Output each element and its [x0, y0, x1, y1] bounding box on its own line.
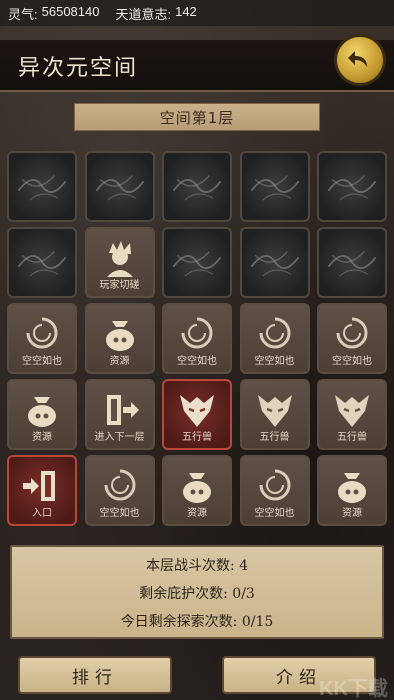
beast-mask-icon	[335, 395, 369, 427]
tile-label: 空空如也	[177, 356, 217, 367]
empty-tile[interactable]: 空空如也	[239, 303, 310, 374]
page-title: 异次元空间	[18, 56, 139, 81]
entrance-tile[interactable]: 入口	[7, 455, 77, 526]
tile-label: 空空如也	[254, 508, 295, 519]
tile-label: 五行兽	[337, 432, 367, 443]
tile-label: 资源	[187, 508, 207, 519]
rank-button[interactable]: 排行	[18, 656, 172, 694]
empty-tile[interactable]: 空空如也	[162, 303, 232, 374]
beast-mask-icon	[180, 395, 214, 427]
player-duel-tile[interactable]: 玩家切磋	[84, 227, 155, 298]
fog-tile[interactable]	[84, 151, 155, 222]
swirl-icon	[104, 469, 135, 501]
swirl-icon	[336, 317, 368, 349]
empty-tile[interactable]: 空空如也	[239, 455, 310, 526]
fog-icon	[327, 251, 377, 277]
tile-label: 资源	[342, 508, 362, 519]
tile-label: 空空如也	[254, 356, 295, 367]
player-avatar-icon	[106, 241, 133, 277]
fog-icon	[95, 175, 144, 201]
tile-label: 五行兽	[182, 432, 212, 443]
fog-icon	[17, 175, 67, 201]
resource-bag-icon	[105, 321, 134, 351]
swirl-icon	[259, 469, 290, 501]
tiandao-stat: 天道意志: 142	[115, 4, 196, 23]
back-button[interactable]	[334, 34, 386, 86]
fog-tile[interactable]	[162, 151, 232, 222]
fog-tile[interactable]	[239, 227, 310, 298]
resource-bag-icon	[28, 397, 56, 427]
fog-tile[interactable]	[162, 227, 232, 298]
fog-tile[interactable]	[317, 151, 387, 222]
lingqi-label: 灵气:	[8, 6, 38, 22]
tile-label: 空空如也	[22, 356, 62, 367]
resource-tile[interactable]: 资源	[7, 379, 77, 450]
lingqi-stat: 灵气: 56508140	[8, 4, 99, 23]
tile-label: 资源	[109, 356, 130, 367]
fog-icon	[17, 251, 67, 277]
resource-bag-icon	[338, 473, 366, 503]
swirl-icon	[181, 317, 213, 349]
back-arrow-icon	[348, 51, 367, 67]
tile-label: 资源	[32, 432, 52, 443]
tile-label: 进入下一层	[94, 432, 145, 443]
fog-tile[interactable]	[239, 151, 310, 222]
explore-count-text: 今日剩余探索次数: 0/15	[120, 614, 274, 630]
shelter-count-text: 剩余庇护次数: 0/3	[139, 586, 255, 602]
fog-icon	[250, 251, 299, 277]
resource-bag-icon	[183, 473, 211, 503]
beast-tile[interactable]: 五行兽	[162, 379, 232, 450]
tiandao-label: 天道意志:	[115, 6, 172, 22]
space-grid: 玩家切磋 空空如也 资源 空空如也 空空如也 空空如也 资源 进入下一层 五行兽…	[7, 151, 387, 526]
fog-icon	[172, 175, 222, 201]
watermark: KK下载	[319, 678, 388, 700]
tile-label: 空空如也	[332, 356, 372, 367]
beast-tile[interactable]: 五行兽	[317, 379, 387, 450]
beast-tile[interactable]: 五行兽	[239, 379, 310, 450]
empty-tile[interactable]: 空空如也	[317, 303, 387, 374]
info-panel: 本层战斗次数: 4 剩余庇护次数: 0/3 今日剩余探索次数: 0/15	[10, 545, 384, 639]
fog-tile[interactable]	[317, 227, 387, 298]
fog-icon	[172, 251, 222, 277]
tile-label: 玩家切磋	[99, 280, 140, 291]
fog-tile[interactable]	[7, 151, 77, 222]
fog-tile[interactable]	[7, 227, 77, 298]
lingqi-value: 56508140	[41, 3, 100, 19]
empty-tile[interactable]: 空空如也	[84, 455, 155, 526]
resource-tile[interactable]: 资源	[162, 455, 232, 526]
swirl-icon	[259, 317, 290, 349]
empty-tile[interactable]: 空空如也	[7, 303, 77, 374]
fog-icon	[327, 175, 377, 201]
tile-label: 入口	[32, 508, 52, 519]
fog-icon	[250, 175, 299, 201]
battle-count-text: 本层战斗次数: 4	[145, 558, 249, 574]
floor-banner: 空间第1层	[74, 103, 320, 131]
tiandao-value: 142	[175, 3, 197, 19]
next-floor-tile[interactable]: 进入下一层	[84, 379, 155, 450]
entrance-door-icon	[23, 471, 55, 501]
resource-tile[interactable]: 资源	[317, 455, 387, 526]
swirl-icon	[26, 317, 58, 349]
resource-tile[interactable]: 资源	[84, 303, 155, 374]
beast-mask-icon	[257, 395, 292, 427]
status-bar: 灵气: 56508140 天道意志: 142	[0, 0, 394, 26]
door-arrow-icon	[106, 395, 139, 425]
tile-label: 五行兽	[259, 432, 290, 443]
tile-label: 空空如也	[99, 508, 140, 519]
